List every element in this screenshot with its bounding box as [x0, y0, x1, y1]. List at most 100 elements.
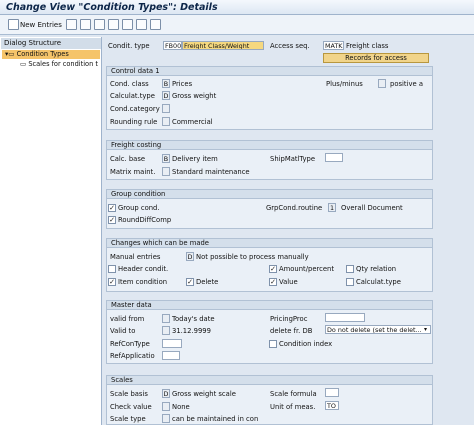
- check-value-label: Check value: [110, 403, 152, 411]
- calculat-type-checkbox[interactable]: [346, 278, 354, 286]
- pricing-proc-label: PricingProc: [270, 315, 308, 323]
- grpcond-routine-description: Overall Document: [341, 204, 403, 212]
- cond-category-label: Cond.category: [110, 105, 160, 113]
- qty-relation-checkbox[interactable]: [346, 265, 354, 273]
- tree-item-label: Scales for condition t: [28, 60, 98, 68]
- round-diff-comp-checkbox[interactable]: ✓: [108, 216, 116, 224]
- changes-heading: Changes which can be made: [106, 238, 433, 248]
- dropdown-arrow-icon[interactable]: ▾: [424, 326, 427, 333]
- value-label: Value: [279, 278, 298, 286]
- copy-icon[interactable]: [66, 19, 77, 30]
- scale-basis-field[interactable]: D: [162, 389, 170, 398]
- group-condition-heading: Group condition: [106, 189, 433, 199]
- cond-class-description: Prices: [172, 80, 193, 88]
- rounding-rule-description: Commercial: [172, 118, 213, 126]
- access-seq-field[interactable]: MATK: [323, 41, 344, 50]
- freight-costing-heading: Freight costing: [106, 140, 433, 150]
- calculat-type-label: Calculat.type: [356, 278, 401, 286]
- delete-checkbox[interactable]: ✓: [186, 278, 194, 286]
- new-entries-icon[interactable]: [8, 19, 19, 30]
- value-checkbox[interactable]: ✓: [269, 278, 277, 286]
- ref-con-type-label: RefConType: [110, 340, 150, 348]
- access-seq-description: Freight class: [346, 42, 389, 50]
- item-condition-checkbox[interactable]: ✓: [108, 278, 116, 286]
- dialog-structure-pane: [0, 37, 102, 425]
- header-condit-label: Header condit.: [118, 265, 169, 273]
- manual-entries-label: Manual entries: [110, 253, 161, 261]
- grpcond-routine-label: GrpCond.routine: [266, 204, 323, 212]
- valid-from-field[interactable]: [162, 314, 170, 323]
- tree-item-condition-types[interactable]: ▾▭ Condition Types: [2, 50, 100, 59]
- condition-index-checkbox[interactable]: [269, 340, 277, 348]
- cond-category-field[interactable]: [162, 104, 170, 113]
- previous-entry-icon[interactable]: [108, 19, 119, 30]
- calc-type-field[interactable]: D: [162, 91, 170, 100]
- tree-item-scales[interactable]: ▭ Scales for condition t: [2, 60, 100, 69]
- unit-of-measure-label: Unit of meas.: [270, 403, 316, 411]
- scale-type-label: Scale type: [110, 415, 146, 423]
- calc-base-field[interactable]: B: [162, 154, 170, 163]
- unit-of-measure-field[interactable]: TO: [325, 401, 339, 410]
- delete-from-db-value: Do not delete (set the delet...: [327, 326, 422, 334]
- rounding-rule-field[interactable]: [162, 117, 170, 126]
- manual-entries-description: Not possible to process manually: [196, 253, 309, 261]
- select-block-icon[interactable]: [150, 19, 161, 30]
- next-entry-icon[interactable]: [122, 19, 133, 30]
- delete-label: Delete: [196, 278, 219, 286]
- master-data-heading: Master data: [106, 300, 433, 310]
- valid-to-key[interactable]: [162, 326, 170, 335]
- select-all-icon[interactable]: [136, 19, 147, 30]
- ref-application-field[interactable]: [162, 351, 180, 360]
- records-for-access-button[interactable]: Records for access: [323, 53, 429, 63]
- condit-type-description: Freight Class/Weight: [182, 41, 264, 50]
- ref-con-type-field[interactable]: [162, 339, 182, 348]
- condit-type-field[interactable]: FB00: [163, 41, 182, 50]
- valid-to-label: Valid to: [110, 327, 136, 335]
- undo-icon[interactable]: [94, 19, 105, 30]
- folder-open-icon: ▾▭: [5, 50, 17, 58]
- tree-item-label: Condition Types: [16, 50, 69, 58]
- amount-percent-label: Amount/percent: [279, 265, 335, 273]
- valid-from-label: valid from: [110, 315, 145, 323]
- condit-type-label: Condit. type: [108, 42, 150, 50]
- control-data-heading: Control data 1: [106, 66, 433, 76]
- scale-basis-label: Scale basis: [110, 390, 148, 398]
- scales-heading: Scales: [106, 375, 433, 385]
- delete-icon[interactable]: [80, 19, 91, 30]
- delete-from-db-select[interactable]: Do not delete (set the delet...: [325, 325, 431, 334]
- ship-matl-type-field[interactable]: [325, 153, 343, 162]
- header-condit-checkbox[interactable]: [108, 265, 116, 273]
- access-seq-label: Access seq.: [270, 42, 310, 50]
- ship-matl-type-label: ShipMatlType: [270, 155, 316, 163]
- round-diff-comp-label: RoundDiffComp: [118, 216, 172, 224]
- condition-index-label: Condition index: [279, 340, 333, 348]
- valid-to-value: 31.12.9999: [172, 327, 211, 335]
- group-cond-label: Group cond.: [118, 204, 160, 212]
- item-condition-label: Item condition: [118, 278, 168, 286]
- pricing-proc-field[interactable]: [325, 313, 365, 322]
- matrix-maint-label: Matrix maint.: [110, 168, 156, 176]
- amount-percent-checkbox[interactable]: ✓: [269, 265, 277, 273]
- check-value-field[interactable]: [162, 402, 170, 411]
- ref-application-label: RefApplicatio: [110, 352, 155, 360]
- grpcond-routine-field[interactable]: 1: [328, 203, 336, 212]
- scale-formula-field[interactable]: [325, 388, 339, 397]
- scale-basis-description: Gross weight scale: [172, 390, 236, 398]
- calc-base-description: Delivery item: [172, 155, 218, 163]
- qty-relation-label: Qty relation: [356, 265, 397, 273]
- dialog-structure-heading: Dialog Structure: [1, 38, 101, 49]
- plus-minus-description: positive a: [390, 80, 423, 88]
- new-entries-button[interactable]: New Entries: [20, 21, 62, 29]
- rounding-rule-label: Rounding rule: [110, 118, 158, 126]
- matrix-maint-field[interactable]: [162, 167, 170, 176]
- manual-entries-field[interactable]: D: [186, 252, 194, 261]
- cond-class-field[interactable]: B: [162, 79, 170, 88]
- calc-type-description: Gross weight: [172, 92, 217, 100]
- cond-class-label: Cond. class: [110, 80, 149, 88]
- plus-minus-field[interactable]: [378, 79, 386, 88]
- scale-type-field[interactable]: [162, 414, 170, 423]
- group-cond-checkbox[interactable]: ✓: [108, 204, 116, 212]
- check-value-description: None: [172, 403, 190, 411]
- scale-type-description: can be maintained in con: [172, 415, 259, 423]
- window-title: Change View "Condition Types": Details: [6, 2, 218, 13]
